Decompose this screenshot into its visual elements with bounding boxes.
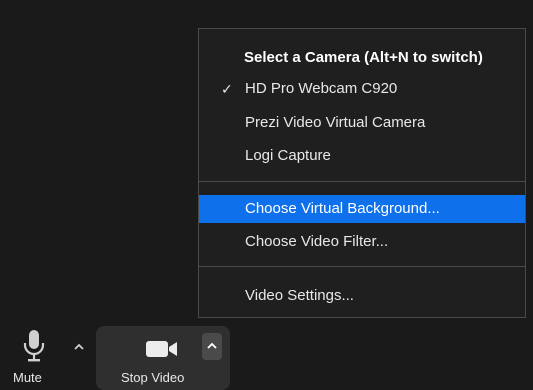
choose-video-filter-item[interactable]: Choose Video Filter... bbox=[199, 228, 525, 256]
menu-item-label: Choose Virtual Background... bbox=[245, 200, 440, 217]
camera-option-label: Logi Capture bbox=[245, 147, 331, 164]
camera-option-logi-capture[interactable]: Logi Capture bbox=[199, 142, 525, 170]
menu-item-label: Video Settings... bbox=[245, 287, 354, 304]
caret-up-icon bbox=[207, 342, 217, 349]
caret-up-icon[interactable] bbox=[72, 342, 86, 352]
camera-menu-header: Select a Camera (Alt+N to switch) bbox=[244, 49, 483, 66]
camera-menu: Select a Camera (Alt+N to switch) ✓ HD P… bbox=[198, 28, 526, 318]
video-settings-item[interactable]: Video Settings... bbox=[199, 282, 525, 310]
choose-virtual-background-item[interactable]: Choose Virtual Background... bbox=[199, 195, 525, 223]
camera-option-label: HD Pro Webcam C920 bbox=[245, 80, 398, 97]
camera-option-hd-pro-webcam[interactable]: ✓ HD Pro Webcam C920 bbox=[199, 75, 525, 103]
stop-video-label: Stop Video bbox=[121, 370, 185, 385]
mute-button[interactable]: Mute bbox=[0, 322, 96, 390]
menu-divider bbox=[199, 266, 525, 267]
microphone-icon bbox=[23, 330, 45, 362]
mute-label: Mute bbox=[13, 370, 42, 385]
camera-option-prezi-video[interactable]: Prezi Video Virtual Camera bbox=[199, 109, 525, 137]
video-camera-icon bbox=[146, 341, 177, 357]
stop-video-button[interactable]: Stop Video bbox=[96, 326, 230, 390]
menu-item-label: Choose Video Filter... bbox=[245, 233, 389, 250]
video-options-button[interactable] bbox=[202, 333, 222, 360]
menu-divider bbox=[199, 181, 525, 182]
checkmark-icon: ✓ bbox=[221, 81, 233, 97]
camera-option-label: Prezi Video Virtual Camera bbox=[245, 114, 426, 131]
